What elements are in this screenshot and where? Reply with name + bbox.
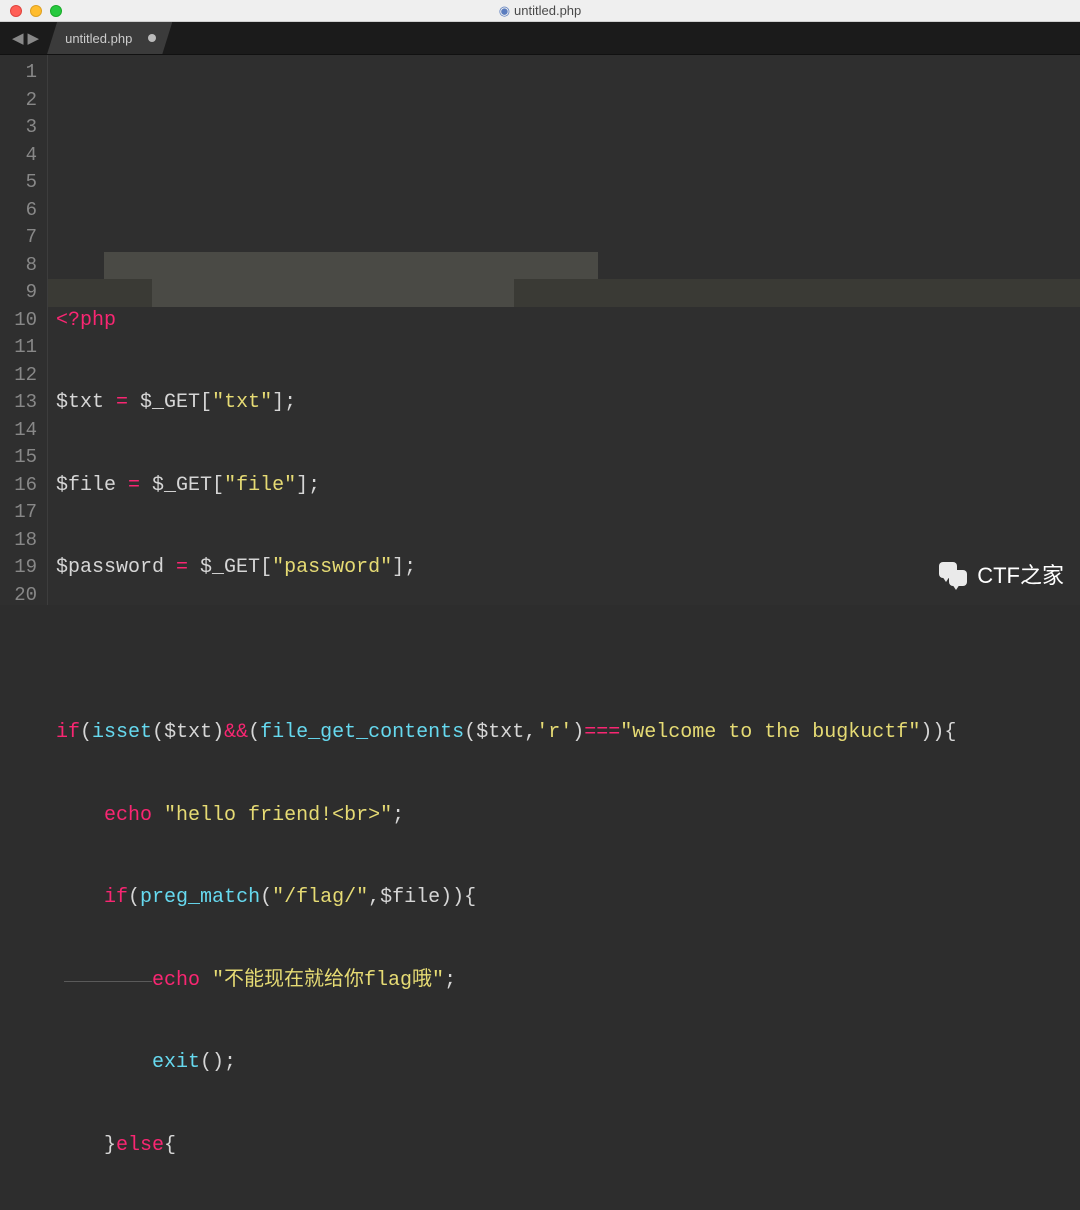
selection-highlight-2 <box>152 279 514 307</box>
line-number: 14 <box>0 417 37 445</box>
code-line-7: echo "hello friend!<br>"; <box>56 802 1080 830</box>
line-number: 17 <box>0 499 37 527</box>
line-number: 8 <box>0 252 37 280</box>
code-line-6: if(isset($txt)&&(file_get_contents($txt,… <box>56 719 1080 747</box>
line-number: 19 <box>0 554 37 582</box>
line-number: 2 <box>0 87 37 115</box>
wechat-icon <box>939 562 969 588</box>
code-line-8: if(preg_match("/flag/",$file)){ <box>56 884 1080 912</box>
line-number: 7 <box>0 224 37 252</box>
line-number: 5 <box>0 169 37 197</box>
watermark: CTF之家 <box>939 562 1064 590</box>
editor[interactable]: 1234567891011121314151617181920 <?php $t… <box>0 55 1080 605</box>
file-icon: ◉ <box>499 3 510 18</box>
watermark-text: CTF之家 <box>977 562 1064 590</box>
window-title: ◉ untitled.php <box>0 3 1080 19</box>
line-number: 3 <box>0 114 37 142</box>
line-number: 10 <box>0 307 37 335</box>
title-text: untitled.php <box>514 3 581 18</box>
line-number: 15 <box>0 444 37 472</box>
code-line-10: exit(); <box>56 1049 1080 1077</box>
tab-untitled[interactable]: untitled.php <box>47 22 172 54</box>
window-controls <box>0 5 62 17</box>
close-window-button[interactable] <box>10 5 22 17</box>
code-line-2: $txt = $_GET["txt"]; <box>56 389 1080 417</box>
line-number: 13 <box>0 389 37 417</box>
nav-arrows: ◀ ▶ <box>0 22 51 54</box>
maximize-window-button[interactable] <box>50 5 62 17</box>
tab-label: untitled.php <box>65 31 132 46</box>
line-number: 1 <box>0 59 37 87</box>
minimize-window-button[interactable] <box>30 5 42 17</box>
selection-highlight <box>104 252 598 280</box>
line-number: 6 <box>0 197 37 225</box>
titlebar: ◉ untitled.php <box>0 0 1080 22</box>
line-number: 18 <box>0 527 37 555</box>
line-number: 16 <box>0 472 37 500</box>
code-line-4: $password = $_GET["password"]; <box>56 554 1080 582</box>
code-line-11: }else{ <box>56 1132 1080 1160</box>
line-number: 9 <box>0 279 37 307</box>
code-line-3: $file = $_GET["file"]; <box>56 472 1080 500</box>
code-line-1: <?php <box>56 307 1080 335</box>
code-line-5 <box>56 637 1080 665</box>
line-number: 12 <box>0 362 37 390</box>
nav-back-icon[interactable]: ◀ <box>12 29 24 48</box>
line-number-gutter: 1234567891011121314151617181920 <box>0 55 48 605</box>
code-area[interactable]: <?php $txt = $_GET["txt"]; $file = $_GET… <box>48 55 1080 605</box>
code-line-9: echo "不能现在就给你flag哦"; <box>56 967 1080 995</box>
tab-bar: ◀ ▶ untitled.php <box>0 22 1080 55</box>
dirty-indicator-icon <box>148 34 156 42</box>
line-number: 4 <box>0 142 37 170</box>
nav-forward-icon[interactable]: ▶ <box>28 29 40 48</box>
line-number: 11 <box>0 334 37 362</box>
